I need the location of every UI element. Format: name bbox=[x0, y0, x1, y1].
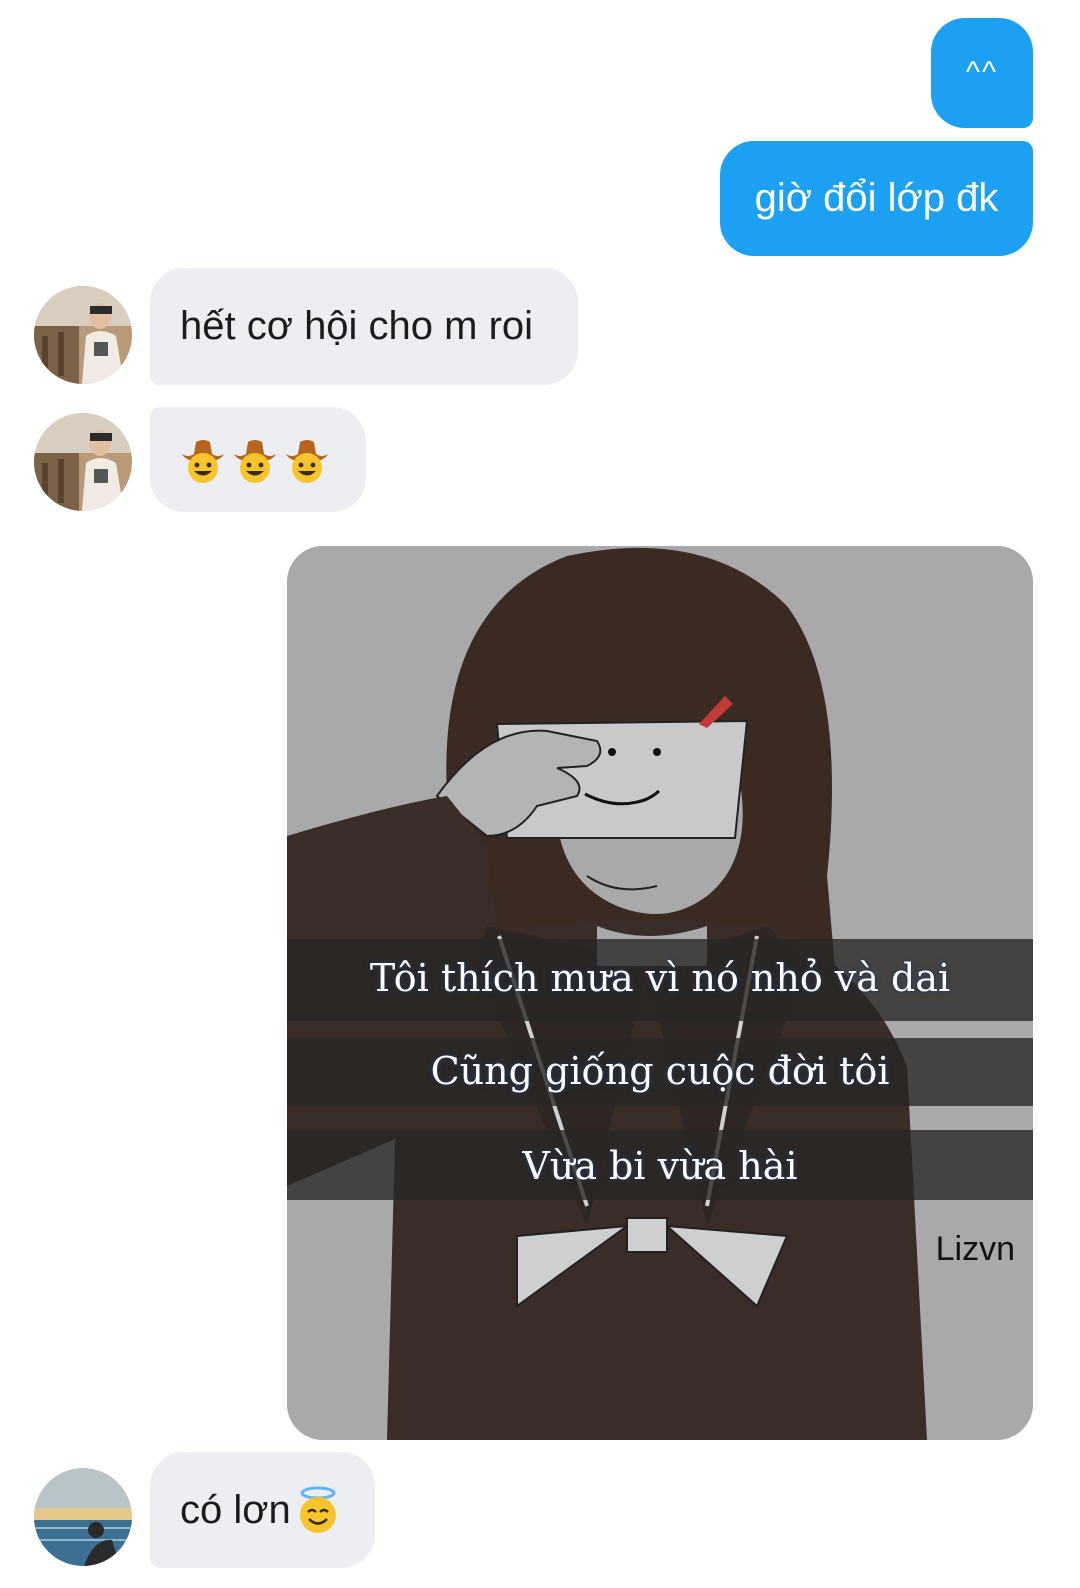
outgoing-message-bubble[interactable]: ^^ bbox=[931, 18, 1033, 128]
cowboy-face-icon bbox=[234, 439, 276, 483]
incoming-message-bubble[interactable] bbox=[150, 407, 366, 512]
sender-avatar[interactable] bbox=[34, 286, 132, 384]
incoming-message-bubble[interactable]: có lơn bbox=[150, 1452, 375, 1568]
message-text: ^^ bbox=[965, 56, 999, 89]
image-caption-line: Vừa bi vừa hài bbox=[522, 1144, 798, 1188]
sender-avatar[interactable] bbox=[34, 1468, 132, 1566]
incoming-message-bubble[interactable]: hết cơ hội cho m roi bbox=[150, 268, 578, 385]
sender-avatar[interactable] bbox=[34, 413, 132, 511]
image-caption-line: Cũng giống cuộc đời tôi bbox=[430, 1049, 890, 1093]
image-caption-line: Tôi thích mưa vì nó nhỏ và dai bbox=[369, 956, 951, 1000]
message-text: hết cơ hội cho m roi bbox=[180, 304, 534, 348]
message-text: có lơn bbox=[180, 1487, 291, 1532]
outgoing-message-bubble[interactable]: giờ đổi lớp đk bbox=[720, 141, 1033, 256]
cowboy-face-icon bbox=[286, 439, 328, 483]
cowboy-face-icon bbox=[182, 439, 224, 483]
image-watermark: Lizvn bbox=[935, 1230, 1015, 1268]
smiling-face-with-halo-icon bbox=[299, 1486, 336, 1533]
message-text: giờ đổi lớp đk bbox=[754, 176, 999, 220]
image-message[interactable]: Tôi thích mưa vì nó nhỏ và dai Cũng giốn… bbox=[287, 546, 1033, 1440]
